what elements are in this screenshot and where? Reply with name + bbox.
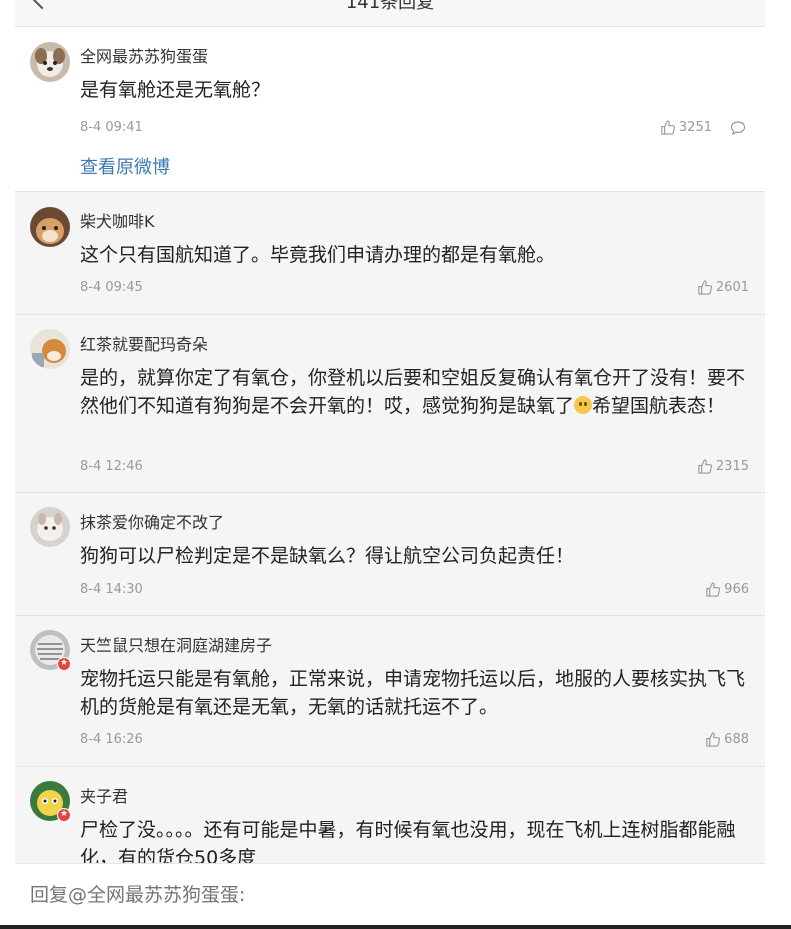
verified-badge-icon: ★: [57, 657, 71, 671]
author-name[interactable]: 夹子君: [80, 783, 128, 807]
comment-text: 是有氧舱还是无氧舱？: [80, 79, 271, 101]
like-count: 3251: [678, 120, 712, 135]
comment-bubble-icon[interactable]: [730, 120, 746, 136]
like-button[interactable]: 966: [705, 582, 749, 597]
top-bar: 141条回复: [15, 0, 765, 27]
like-count: 966: [724, 582, 749, 597]
author-name[interactable]: 红茶就要配玛奇朵: [80, 331, 208, 355]
author-name[interactable]: 柴犬咖啡K: [80, 208, 155, 232]
author-name[interactable]: 抹茶爱你确定不改了: [80, 509, 224, 533]
like-button[interactable]: 2315: [697, 459, 749, 474]
author-name[interactable]: 全网最苏苏狗蛋蛋: [80, 43, 208, 67]
timestamp: 8-4 16:26: [80, 732, 143, 747]
reply-bar: [15, 863, 765, 929]
thumbs-up-icon: [661, 120, 675, 135]
timestamp: 8-4 12:46: [80, 459, 143, 474]
verified-badge-icon: ★: [57, 808, 71, 822]
thumbs-up-icon: [706, 582, 721, 597]
list-item: 抹茶爱你确定不改了 狗狗可以尸检判定是不是缺氧么？得让航空公司负起责任！ 8-4…: [15, 493, 765, 616]
like-button[interactable]: 2601: [697, 280, 749, 295]
comment-text-part: 希望国航表态！: [592, 395, 726, 417]
like-button[interactable]: 3251: [660, 120, 712, 135]
timestamp: 8-4 14:30: [80, 582, 143, 597]
comment-text: 宠物托运只能是有氧舱，正常来说，申请宠物托运以后，地服的人要核实执飞飞机的货舱是…: [80, 668, 746, 718]
author-name[interactable]: 天竺鼠只想在洞庭湖建房子: [80, 632, 272, 656]
view-original-link[interactable]: 查看原微博: [80, 153, 170, 179]
avatar[interactable]: [30, 42, 70, 82]
list-item: 红茶就要配玛奇朵 是的，就算你定了有氧仓，你登机以后要和空姐反复确认有氧仓开了没…: [15, 315, 765, 493]
reply-input[interactable]: [30, 884, 730, 906]
comment-panel: 141条回复 全网最苏苏狗蛋蛋 是有氧舱还是无氧舱？ 8-4 09:41 325…: [15, 0, 765, 929]
avatar[interactable]: [30, 329, 70, 369]
like-count: 688: [724, 732, 749, 747]
thumbs-up-icon: [706, 732, 721, 747]
list-item: 柴犬咖啡K 这个只有国航知道了。毕竟我们申请办理的都是有氧舱。 8-4 09:4…: [15, 192, 765, 315]
comment-text: 这个只有国航知道了。毕竟我们申请办理的都是有氧舱。: [80, 244, 556, 266]
emoji-face-icon: [574, 396, 593, 414]
like-count: 2601: [715, 280, 749, 295]
thumbs-up-icon: [698, 280, 712, 295]
avatar[interactable]: [30, 207, 70, 247]
reply-list: 柴犬咖啡K 这个只有国航知道了。毕竟我们申请办理的都是有氧舱。 8-4 09:4…: [15, 192, 765, 887]
window-edge: [0, 925, 791, 929]
timestamp: 8-4 09:45: [80, 280, 143, 295]
timestamp: 8-4 09:41: [80, 120, 143, 135]
list-item: ★ 天竺鼠只想在洞庭湖建房子 宠物托运只能是有氧舱，正常来说，申请宠物托运以后，…: [15, 616, 765, 767]
main-comment: 全网最苏苏狗蛋蛋 是有氧舱还是无氧舱？ 8-4 09:41 3251 查看原微博: [15, 27, 765, 192]
page-title: 141条回复: [345, 0, 435, 13]
like-button[interactable]: 688: [705, 732, 749, 747]
comment-text: 狗狗可以尸检判定是不是缺氧么？得让航空公司负起责任！: [80, 545, 575, 567]
avatar[interactable]: [30, 507, 70, 547]
thumbs-up-icon: [698, 459, 712, 474]
like-count: 2315: [715, 459, 749, 474]
comment-text: 是的，就算你定了有氧仓，你登机以后要和空姐反复确认有氧仓开了没有！要不然他们不知…: [80, 364, 750, 420]
